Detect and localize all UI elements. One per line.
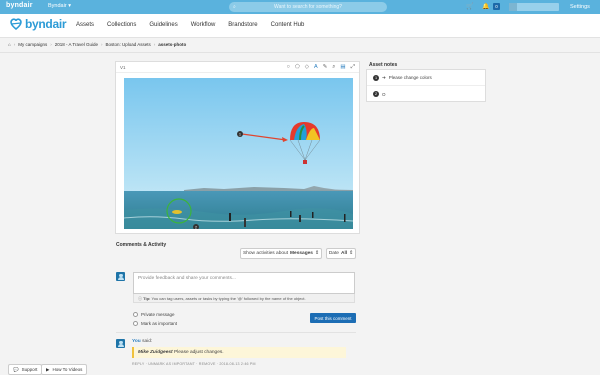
workspace-switcher[interactable]: Byndair ▾ <box>48 3 71 9</box>
workspace-label: Byndair <box>48 3 67 9</box>
nav-item-workflow[interactable]: Workflow <box>191 22 216 28</box>
version-label[interactable]: V1 <box>120 65 126 70</box>
nav-item-brandstore[interactable]: Brandstore <box>228 22 257 28</box>
quote-text: Please adjust changes. <box>174 350 224 355</box>
fit-icon[interactable]: ▤ <box>340 64 345 71</box>
tip-label: Tip: <box>143 296 151 301</box>
private-message-option[interactable]: Private message <box>133 312 175 317</box>
top-logo[interactable]: byndair <box>6 2 33 9</box>
nav-item-assets[interactable]: Assets <box>76 22 94 28</box>
breadcrumb: ⌂ › My campaigns › 2018 - A Travel Guide… <box>8 42 187 47</box>
activity-filter-button[interactable]: Show activities about Messages ⇕ <box>240 248 322 259</box>
shape-tool-icon[interactable]: ◇ <box>305 64 309 71</box>
comment-actions[interactable]: REPLY · UNMARK AS IMPORTANT · REMOVE · 2… <box>132 362 256 366</box>
how-to-videos-button[interactable]: ▶ How To Videos <box>41 364 88 375</box>
support-label: Support <box>21 367 38 372</box>
activity-filter-value: Messages <box>290 251 313 256</box>
comment-input[interactable]: Provide feedback and share your comments… <box>133 272 355 294</box>
svg-text:1: 1 <box>239 133 241 137</box>
polygon-tool-icon[interactable]: ⬠ <box>295 64 300 71</box>
main-nav: byndair Assets Collections Guidelines Wo… <box>0 14 600 38</box>
comment-header: You said: <box>132 339 152 344</box>
search-placeholder: Want to search for something? <box>274 4 342 10</box>
asset-viewer: V1 ○ ⬠ ◇ A ✎ ⌕ ▤ ⤢ 1 2 <box>115 61 360 234</box>
breadcrumb-current: assets-photo <box>158 42 187 47</box>
nav-item-collections[interactable]: Collections <box>107 22 136 28</box>
top-bar: byndair Byndair ▾ ⌕ Want to search for s… <box>0 0 600 14</box>
search-icon: ⌕ <box>233 3 236 10</box>
arrow-icon: ➔ <box>382 74 386 80</box>
note-item[interactable]: 2 O <box>367 86 485 102</box>
comment-tip: ⓘ Tip: You can tag users, assets or task… <box>133 294 355 303</box>
settings-link[interactable]: Settings <box>570 4 590 10</box>
avatar <box>116 339 125 348</box>
brand-logo[interactable]: byndair <box>9 17 67 31</box>
date-filter-label: Date <box>328 251 339 256</box>
fullscreen-icon[interactable]: ⤢ <box>351 64 355 71</box>
quote-author[interactable]: Mike Zuidgeest <box>138 350 173 355</box>
asset-photo[interactable]: 1 2 <box>124 78 353 229</box>
divider <box>116 332 356 333</box>
date-filter-button[interactable]: Date All ⇕ <box>326 248 356 259</box>
zoom-icon[interactable]: ⌕ <box>332 64 335 71</box>
viewer-toolbar: V1 ○ ⬠ ◇ A ✎ ⌕ ▤ ⤢ <box>116 62 359 73</box>
brand-name: byndair <box>25 17 67 31</box>
how-to-videos-label: How To Videos <box>52 367 83 372</box>
comment-author[interactable]: You <box>132 339 141 344</box>
comment-placeholder: Provide feedback and share your comments… <box>138 276 236 281</box>
note-number: 1 <box>373 74 379 81</box>
comment-body: Mike Zuidgeest Please adjust changes. <box>132 347 346 358</box>
circle-tool-icon[interactable]: ○ <box>287 64 290 71</box>
breadcrumb-item[interactable]: 2018 - A Travel Guide <box>55 42 98 47</box>
notification-badge[interactable]: 0 <box>493 3 500 10</box>
activity-filter-label: Show activities about <box>242 251 289 256</box>
comment-verb: said: <box>142 339 153 344</box>
breadcrumb-item[interactable]: My campaigns <box>18 42 47 47</box>
chat-icon: 💬 <box>13 366 19 372</box>
post-comment-button[interactable]: Post this comment <box>310 313 356 323</box>
avatar <box>116 272 125 281</box>
text-tool-icon[interactable]: A <box>314 64 318 71</box>
breadcrumb-item[interactable]: Boston: Upload Assets <box>106 42 151 47</box>
home-icon[interactable]: ⌂ <box>8 42 11 47</box>
svg-text:2: 2 <box>195 226 197 230</box>
note-item[interactable]: 1 ➔ Please change colors <box>367 70 485 86</box>
mark-important-label: Mark as important <box>141 321 178 326</box>
beach-parasailing-image: 1 2 <box>124 78 353 229</box>
sort-icon: ⇕ <box>314 251 320 256</box>
sort-icon: ⇕ <box>349 251 354 256</box>
info-icon: ⓘ <box>138 296 142 301</box>
cart-icon[interactable]: 🛒 <box>466 3 473 10</box>
radio-button[interactable] <box>133 321 138 326</box>
radio-button[interactable] <box>133 312 138 317</box>
bell-icon[interactable]: 🔔 <box>482 3 489 10</box>
note-text: O <box>382 91 386 97</box>
note-text: Please change colors <box>388 75 432 80</box>
date-filter-value: All <box>340 251 348 256</box>
chevron-down-icon: ▾ <box>68 3 71 9</box>
pen-tool-icon[interactable]: ✎ <box>323 64 328 71</box>
brand-heart-icon <box>10 18 22 31</box>
mark-important-option[interactable]: Mark as important <box>133 321 177 326</box>
avatar <box>509 3 517 11</box>
nav-item-content-hub[interactable]: Content Hub <box>271 22 305 28</box>
nav-item-guidelines[interactable]: Guidelines <box>149 22 177 28</box>
divider <box>0 52 600 53</box>
asset-notes-panel: 1 ➔ Please change colors 2 O <box>366 69 486 102</box>
private-message-label: Private message <box>141 312 175 317</box>
note-number: 2 <box>373 91 379 97</box>
search-input[interactable]: ⌕ Want to search for something? <box>229 2 387 12</box>
comments-title: Comments & Activity <box>116 242 167 248</box>
video-icon: ▶ <box>46 366 50 372</box>
asset-notes-title: Asset notes <box>369 62 398 68</box>
support-button[interactable]: 💬 Support <box>8 364 43 375</box>
tip-text: You can tag users, assets or tasks by ty… <box>151 296 306 301</box>
